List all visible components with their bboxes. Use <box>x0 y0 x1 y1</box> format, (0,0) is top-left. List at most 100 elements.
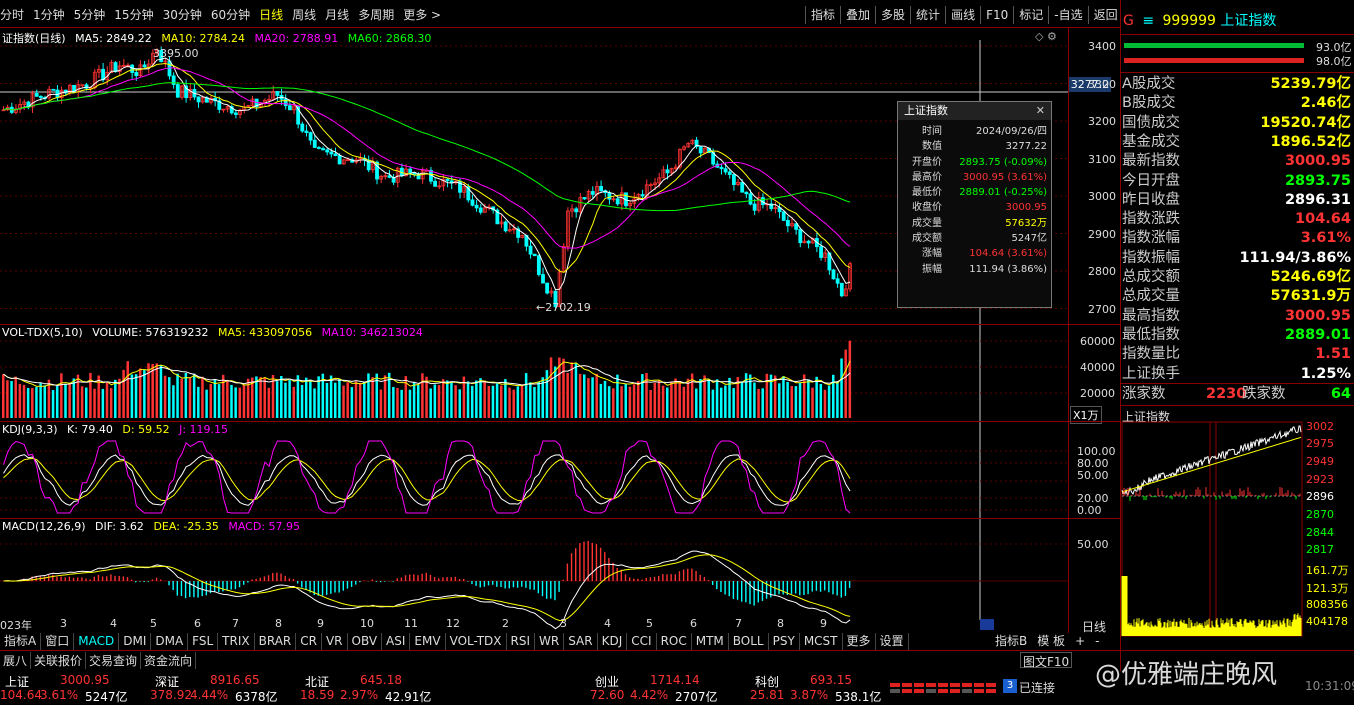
ticker-percent: 4.42% <box>630 688 669 702</box>
quote-row: 指数涨跌 104.64 <box>1122 210 1354 229</box>
volume-bar <box>595 373 598 418</box>
indicator-tab[interactable]: 窗口 <box>41 633 75 650</box>
info-tab[interactable]: 资金流向 <box>141 652 197 669</box>
tooltip-row: 成交量 57632万 <box>898 216 1051 231</box>
volume-bar <box>802 374 806 418</box>
volume-bar <box>151 363 154 418</box>
volume-bar <box>221 374 225 418</box>
indicator-tab[interactable]: PSY <box>769 633 800 650</box>
quote-value: 3000.95 <box>1284 153 1351 170</box>
tooltip-value: 104.64 (3.61%) <box>969 248 1047 260</box>
ticker-amount: 42.91亿 <box>385 690 432 704</box>
indicator-tab[interactable]: ASI <box>382 633 411 650</box>
volume-bar <box>421 373 424 418</box>
price-candle <box>806 240 811 244</box>
indicator-tab[interactable]: KDJ <box>598 633 628 650</box>
indicator-tab[interactable]: VR <box>322 633 348 650</box>
volume-bar <box>55 386 59 418</box>
price-candle <box>325 149 330 153</box>
volume-bar <box>6 380 9 418</box>
up-count: 2230 <box>1206 386 1247 402</box>
mini-axis-tick: 2949 <box>1306 455 1334 468</box>
quote-key: 昨日收盘 <box>1122 191 1180 208</box>
indicator-tab[interactable]: RSI <box>507 633 536 650</box>
indicator-tab[interactable]: CCI <box>627 633 657 650</box>
volume-bar <box>454 385 457 418</box>
indicator-tab[interactable]: VOL-TDX <box>446 633 507 650</box>
indicator-tab[interactable]: WR <box>535 633 565 650</box>
price-candle <box>723 168 728 173</box>
indicator-tab[interactable]: MCST <box>800 633 843 650</box>
volume-bar <box>284 382 287 418</box>
price-candle <box>698 146 703 154</box>
tooltip-row: 振幅 111.94 (3.86%) <box>898 262 1051 277</box>
info-tab[interactable]: 展八 <box>0 652 32 669</box>
price-candle <box>835 278 840 284</box>
price-candle <box>574 208 579 213</box>
indicator-tab[interactable]: BRAR <box>255 633 297 650</box>
volume-bar <box>475 380 478 418</box>
ticker-amount: 538.1亿 <box>835 690 882 704</box>
price-candle <box>503 221 508 232</box>
close-icon[interactable]: ✕ <box>1036 102 1045 120</box>
volume-bar <box>616 374 619 418</box>
volume-bar <box>304 377 308 418</box>
volume-bar <box>807 379 810 418</box>
volume-bar <box>342 385 345 418</box>
price-candle <box>478 207 483 213</box>
indicator-tab[interactable]: SAR <box>564 633 598 650</box>
volume-bar <box>707 379 710 418</box>
info-tab[interactable]: 交易查询 <box>86 652 142 669</box>
status-block <box>914 683 924 687</box>
indicator-tab-right[interactable]: 模 板 <box>1032 634 1070 648</box>
quote-row: A股成交 5239.79亿 <box>1122 75 1354 94</box>
volume-bar <box>2 374 5 418</box>
volume-bar <box>255 376 258 418</box>
volume-bar <box>371 377 374 418</box>
menu-icon[interactable]: ≡ <box>1142 13 1154 29</box>
volume-indicator-name: VOL-TDX(5,10) <box>2 326 83 339</box>
quote-row: 指数涨幅 3.61% <box>1122 229 1354 248</box>
quote-row: 最高指数 3000.95 <box>1122 307 1354 326</box>
quote-key: 基金成交 <box>1122 133 1180 150</box>
info-tab[interactable]: 关联报价 <box>31 652 87 669</box>
indicator-tab[interactable]: FSL <box>188 633 219 650</box>
price-candle <box>196 96 201 103</box>
volume-bar <box>520 385 524 418</box>
indicator-tab[interactable]: MTM <box>692 633 729 650</box>
quote-name: 上证指数 <box>1220 13 1277 29</box>
status-block <box>962 683 972 687</box>
f10-tab[interactable]: 图文F10 <box>1020 652 1073 669</box>
price-candle <box>732 174 736 185</box>
volume-bar <box>39 383 42 418</box>
indicator-tab[interactable]: BOLL <box>729 633 769 650</box>
indicator-tab[interactable]: ROC <box>657 633 692 650</box>
indicator-tab[interactable]: CR <box>296 633 322 650</box>
indicator-tab[interactable]: 指标A <box>0 633 42 650</box>
ticker-percent: 4.44% <box>190 688 229 702</box>
volume-bar <box>587 378 590 418</box>
scroll-thumb[interactable] <box>980 619 994 630</box>
indicator-tab[interactable]: EMV <box>410 633 446 650</box>
indicator-tab[interactable]: DMI <box>119 633 152 650</box>
volume-bar <box>93 388 96 418</box>
volume-bar <box>234 387 237 418</box>
volume-bar <box>43 385 46 418</box>
indicator-tab[interactable]: DMA <box>151 633 189 650</box>
volume-bar <box>657 380 661 418</box>
indicator-tab[interactable]: TRIX <box>218 633 255 650</box>
price-candle <box>819 246 823 258</box>
indicator-tab-right[interactable]: 指标B <box>990 634 1032 648</box>
quote-value: 1.51 <box>1315 346 1351 363</box>
indicator-tab[interactable]: 设置 <box>876 633 909 650</box>
kline-chart[interactable] <box>0 0 1120 633</box>
indicator-tab-right[interactable]: + <box>1070 634 1090 648</box>
volume-bar <box>184 372 188 418</box>
volume-bar <box>313 388 316 418</box>
indicator-tab[interactable]: OBV <box>348 633 383 650</box>
indicator-tab[interactable]: 更多 <box>843 633 876 650</box>
indicator-tab[interactable]: MACD <box>74 633 120 650</box>
mini-axis-tick: 2817 <box>1306 543 1334 556</box>
indicator-tab-right[interactable]: - <box>1090 634 1104 648</box>
volume-bar <box>686 378 690 418</box>
